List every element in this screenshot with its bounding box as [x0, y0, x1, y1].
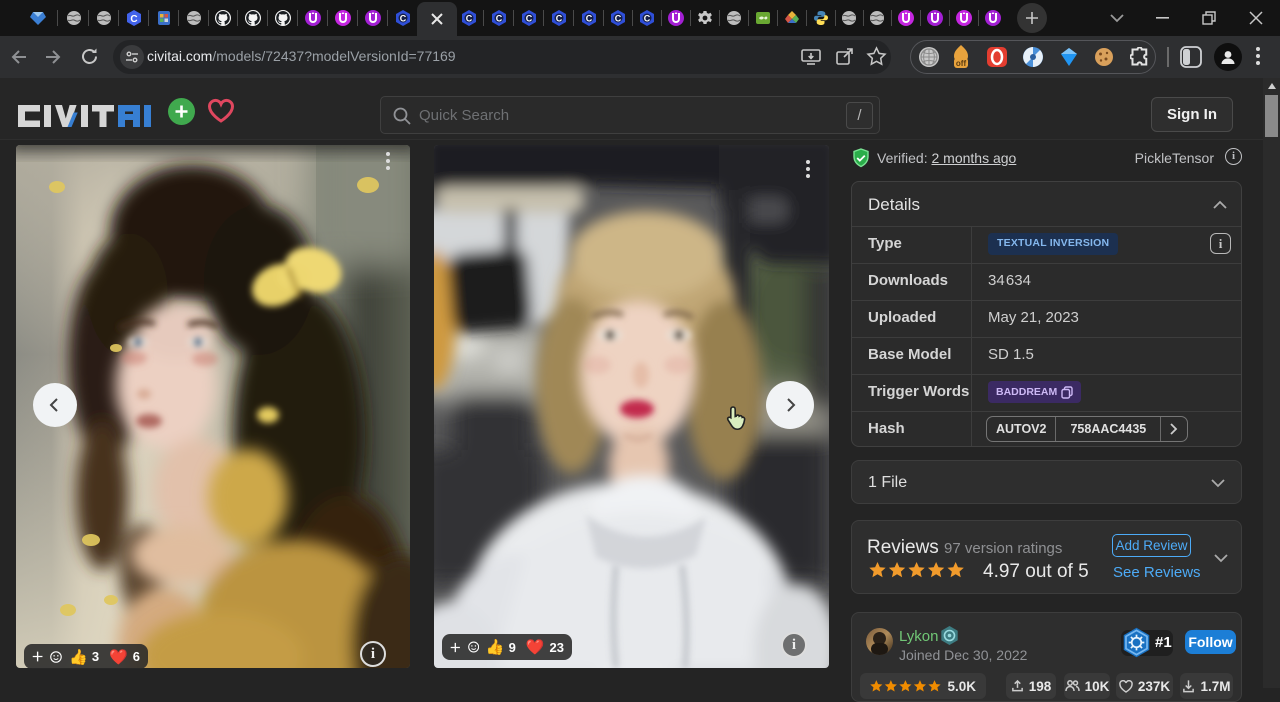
svg-text:C: C [496, 14, 503, 24]
svg-text:C: C [586, 14, 593, 24]
svg-text:C: C [644, 14, 651, 24]
svg-text:C: C [466, 14, 473, 24]
svg-text:off: off [956, 59, 967, 68]
svg-text:C: C [526, 14, 533, 24]
svg-text:C: C [615, 14, 622, 24]
svg-text:C: C [556, 14, 563, 24]
svg-text:C: C [130, 14, 137, 25]
svg-text:C: C [400, 14, 407, 24]
